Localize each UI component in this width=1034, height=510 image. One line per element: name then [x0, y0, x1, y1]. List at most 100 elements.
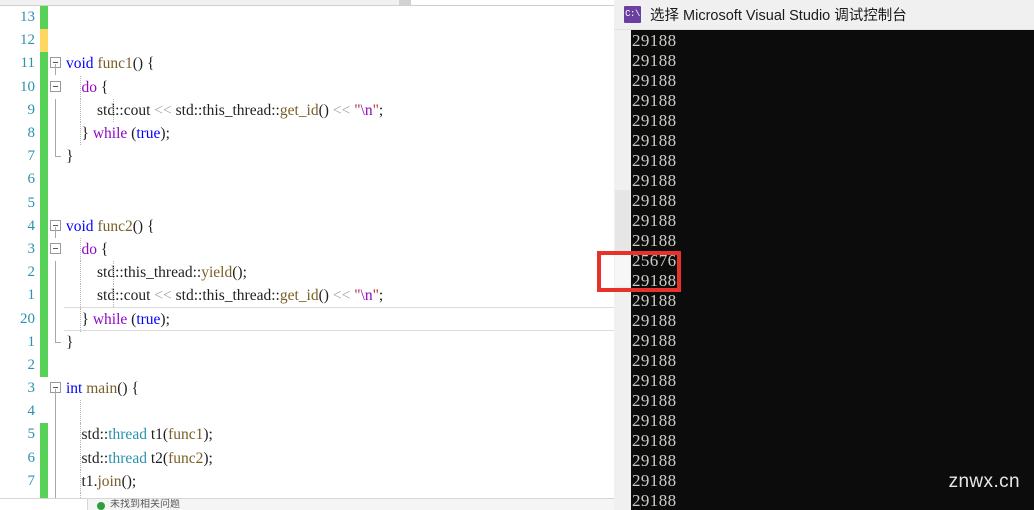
code-text[interactable]: std::cout << std::this_thread::get_id() …: [64, 284, 614, 308]
change-indicator-bar: [40, 6, 48, 30]
code-line-content: do {: [66, 76, 109, 99]
code-line-row[interactable]: 20 } while (true);: [0, 307, 614, 332]
line-number: 8: [27, 125, 36, 142]
fold-margin[interactable]: [48, 400, 64, 424]
fold-margin[interactable]: [48, 469, 64, 493]
scrollbar-grip[interactable]: [399, 0, 411, 5]
code-text[interactable]: std::thread t2(func2);: [64, 446, 614, 470]
fold-margin[interactable]: [48, 307, 64, 331]
console-title-bar[interactable]: C:\ 选择 Microsoft Visual Studio 调试控制台: [614, 0, 1034, 30]
code-line-row[interactable]: 5: [0, 191, 614, 215]
code-line-row[interactable]: 3 do {: [0, 237, 614, 262]
code-line-row[interactable]: 12: [0, 29, 614, 53]
debug-console-window[interactable]: C:\ 选择 Microsoft Visual Studio 调试控制台 291…: [614, 0, 1034, 510]
change-indicator-bar: [40, 446, 48, 470]
code-text[interactable]: do {: [64, 75, 614, 99]
code-text[interactable]: [64, 354, 614, 377]
code-text[interactable]: [64, 6, 614, 29]
code-line-row[interactable]: 5 std::thread t1(func1);: [0, 423, 614, 447]
indent-guide: [80, 446, 81, 470]
code-text[interactable]: void func2() {: [64, 215, 614, 238]
indent-guide: [80, 400, 81, 424]
code-line-row[interactable]: 13: [0, 6, 614, 30]
code-token: ;: [131, 472, 137, 490]
code-token: ;: [165, 311, 170, 329]
code-text[interactable]: void func1() {: [64, 52, 614, 75]
code-line-row[interactable]: 11 void func1() {: [0, 52, 614, 76]
fold-margin[interactable]: [48, 377, 64, 400]
code-line-row[interactable]: 8 } while (true);: [0, 121, 614, 146]
code-line-row[interactable]: 7}: [0, 145, 614, 169]
code-line-row[interactable]: 1}: [0, 330, 614, 354]
collapse-minus-icon[interactable]: [50, 80, 61, 92]
fold-guide-line: [55, 261, 56, 285]
console-output-area[interactable]: 29188 29188 29188 29188 29188 29188 29188 29188…: [614, 30, 1034, 510]
code-text[interactable]: }: [64, 145, 614, 168]
console-output-line: 29188: [632, 351, 677, 370]
code-text[interactable]: t1.join();: [64, 469, 614, 493]
fold-margin[interactable]: [48, 6, 64, 29]
fold-margin[interactable]: [48, 121, 64, 146]
code-text[interactable]: int main() {: [64, 377, 614, 400]
console-vertical-scrollbar[interactable]: [614, 30, 631, 510]
console-output-line: 29188: [632, 311, 677, 330]
fold-margin[interactable]: [48, 354, 64, 377]
fold-margin[interactable]: [48, 76, 64, 99]
fold-margin[interactable]: [48, 215, 64, 238]
code-text[interactable]: [64, 29, 614, 52]
line-number: 3: [27, 240, 36, 257]
fold-margin[interactable]: [48, 261, 64, 285]
fold-margin[interactable]: [48, 168, 64, 191]
code-text[interactable]: do {: [64, 237, 614, 262]
code-line-row[interactable]: 3 int main() {: [0, 377, 614, 400]
code-line-row[interactable]: 9 std::cout << std::this_thread::get_id(…: [0, 98, 614, 122]
code-text[interactable]: std::cout << std::this_thread::get_id() …: [64, 98, 614, 122]
code-text[interactable]: } while (true);: [64, 307, 614, 332]
fold-guide-line: [55, 98, 56, 122]
code-line-content: do {: [66, 238, 109, 261]
code-token: <<: [154, 101, 172, 119]
fold-margin[interactable]: [48, 192, 64, 215]
code-token: ;: [165, 124, 170, 142]
code-line-row[interactable]: 6: [0, 168, 614, 192]
code-line-row[interactable]: 4: [0, 400, 614, 424]
fold-margin[interactable]: [48, 330, 64, 354]
fold-guide-end: [55, 330, 61, 343]
code-text[interactable]: [64, 192, 614, 215]
code-line-row[interactable]: 1 std::cout << std::this_thread::get_id(…: [0, 284, 614, 308]
code-line-row[interactable]: 2: [0, 353, 614, 377]
code-token: {: [146, 55, 155, 73]
code-line-row[interactable]: 6 std::thread t2(func2);: [0, 446, 614, 470]
console-output-line: 29188: [632, 371, 677, 390]
console-output-line: 29188: [632, 211, 677, 230]
code-text[interactable]: std::thread t1(func1);: [64, 423, 614, 447]
fold-margin[interactable]: [48, 284, 64, 308]
fold-margin[interactable]: [48, 98, 64, 122]
code-lines-container[interactable]: 13 12 11 void func1() {10 do {9 std::cout <…: [0, 6, 614, 498]
change-indicator-bar: [40, 307, 48, 331]
line-number: 4: [27, 403, 36, 420]
code-line-row[interactable]: 2 std::this_thread::yield();: [0, 261, 614, 285]
code-text[interactable]: }: [64, 331, 614, 354]
fold-margin[interactable]: [48, 423, 64, 447]
change-indicator-bar: [40, 145, 48, 169]
code-token: <<: [332, 287, 351, 305]
fold-margin[interactable]: [48, 52, 64, 76]
fold-margin[interactable]: [48, 446, 64, 470]
code-text[interactable]: } while (true);: [64, 121, 614, 146]
fold-margin[interactable]: [48, 29, 64, 52]
code-text[interactable]: [64, 400, 614, 424]
fold-margin[interactable]: [48, 238, 64, 261]
code-text[interactable]: std::this_thread::yield();: [64, 261, 614, 285]
fold-margin[interactable]: [48, 145, 64, 168]
code-line-row[interactable]: 10 do {: [0, 75, 614, 99]
line-number: 6: [27, 449, 36, 466]
code-text[interactable]: [64, 168, 614, 191]
collapse-minus-icon[interactable]: [50, 242, 61, 254]
code-line-row[interactable]: 4 void func2() {: [0, 214, 614, 238]
change-indicator-bar: [40, 284, 48, 308]
console-scrollbar-thumb-highlight[interactable]: [615, 252, 630, 286]
horizontal-scrollbar-thumb[interactable]: [0, 0, 405, 5]
code-line-row[interactable]: 7 t1.join();: [0, 469, 614, 493]
